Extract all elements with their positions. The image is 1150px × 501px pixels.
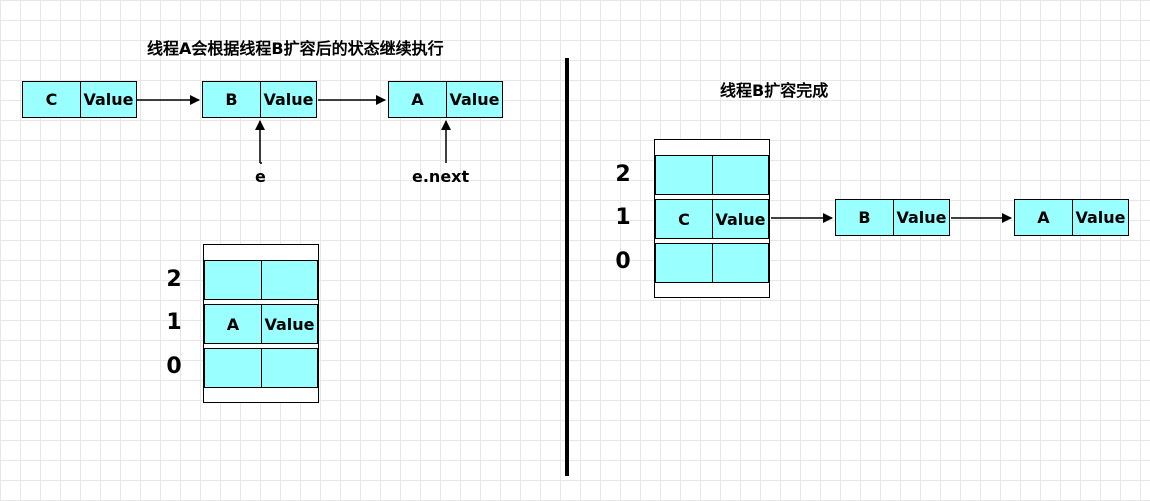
node-value: Value xyxy=(80,82,136,117)
left-node-a: A Value xyxy=(388,81,503,118)
left-node-c: C Value xyxy=(22,81,137,118)
right-slot-1: C Value xyxy=(655,199,769,239)
slot-key: C xyxy=(678,209,690,229)
left-node-b: B Value xyxy=(202,81,317,118)
node-value: Value xyxy=(260,82,316,117)
node-value: Value xyxy=(893,200,949,235)
right-panel-title: 线程B扩容完成 xyxy=(720,81,829,100)
connectors xyxy=(137,58,1012,476)
node-value: Value xyxy=(446,82,502,117)
pointer-e-next-label: e.next xyxy=(412,167,470,186)
right-index-0: 0 xyxy=(615,249,631,274)
node-key: A xyxy=(411,90,424,109)
right-slot-2 xyxy=(655,155,769,195)
left-index-2: 2 xyxy=(166,267,182,292)
left-panel-title: 线程A会根据线程B扩容后的状态继续执行 xyxy=(147,39,444,58)
right-node-a: A Value xyxy=(1014,199,1129,236)
right-index-2: 2 xyxy=(615,162,631,187)
slot-value: Value xyxy=(261,305,317,343)
right-node-b: B Value xyxy=(835,199,950,236)
slot-key: A xyxy=(226,314,240,334)
left-index-0: 0 xyxy=(166,354,182,379)
right-slot-0 xyxy=(655,243,769,283)
left-slot-1: A Value xyxy=(204,304,318,344)
left-index-1: 1 xyxy=(166,310,182,335)
node-key: C xyxy=(45,90,58,109)
node-key: A xyxy=(1037,208,1050,227)
node-key: B xyxy=(225,90,238,109)
left-slot-2 xyxy=(204,260,318,300)
right-index-1: 1 xyxy=(615,205,631,230)
left-slot-0 xyxy=(204,348,318,388)
node-key: B xyxy=(858,208,871,227)
slot-value: Value xyxy=(712,200,768,238)
node-value: Value xyxy=(1072,200,1128,235)
pointer-e-label: e xyxy=(255,167,266,186)
